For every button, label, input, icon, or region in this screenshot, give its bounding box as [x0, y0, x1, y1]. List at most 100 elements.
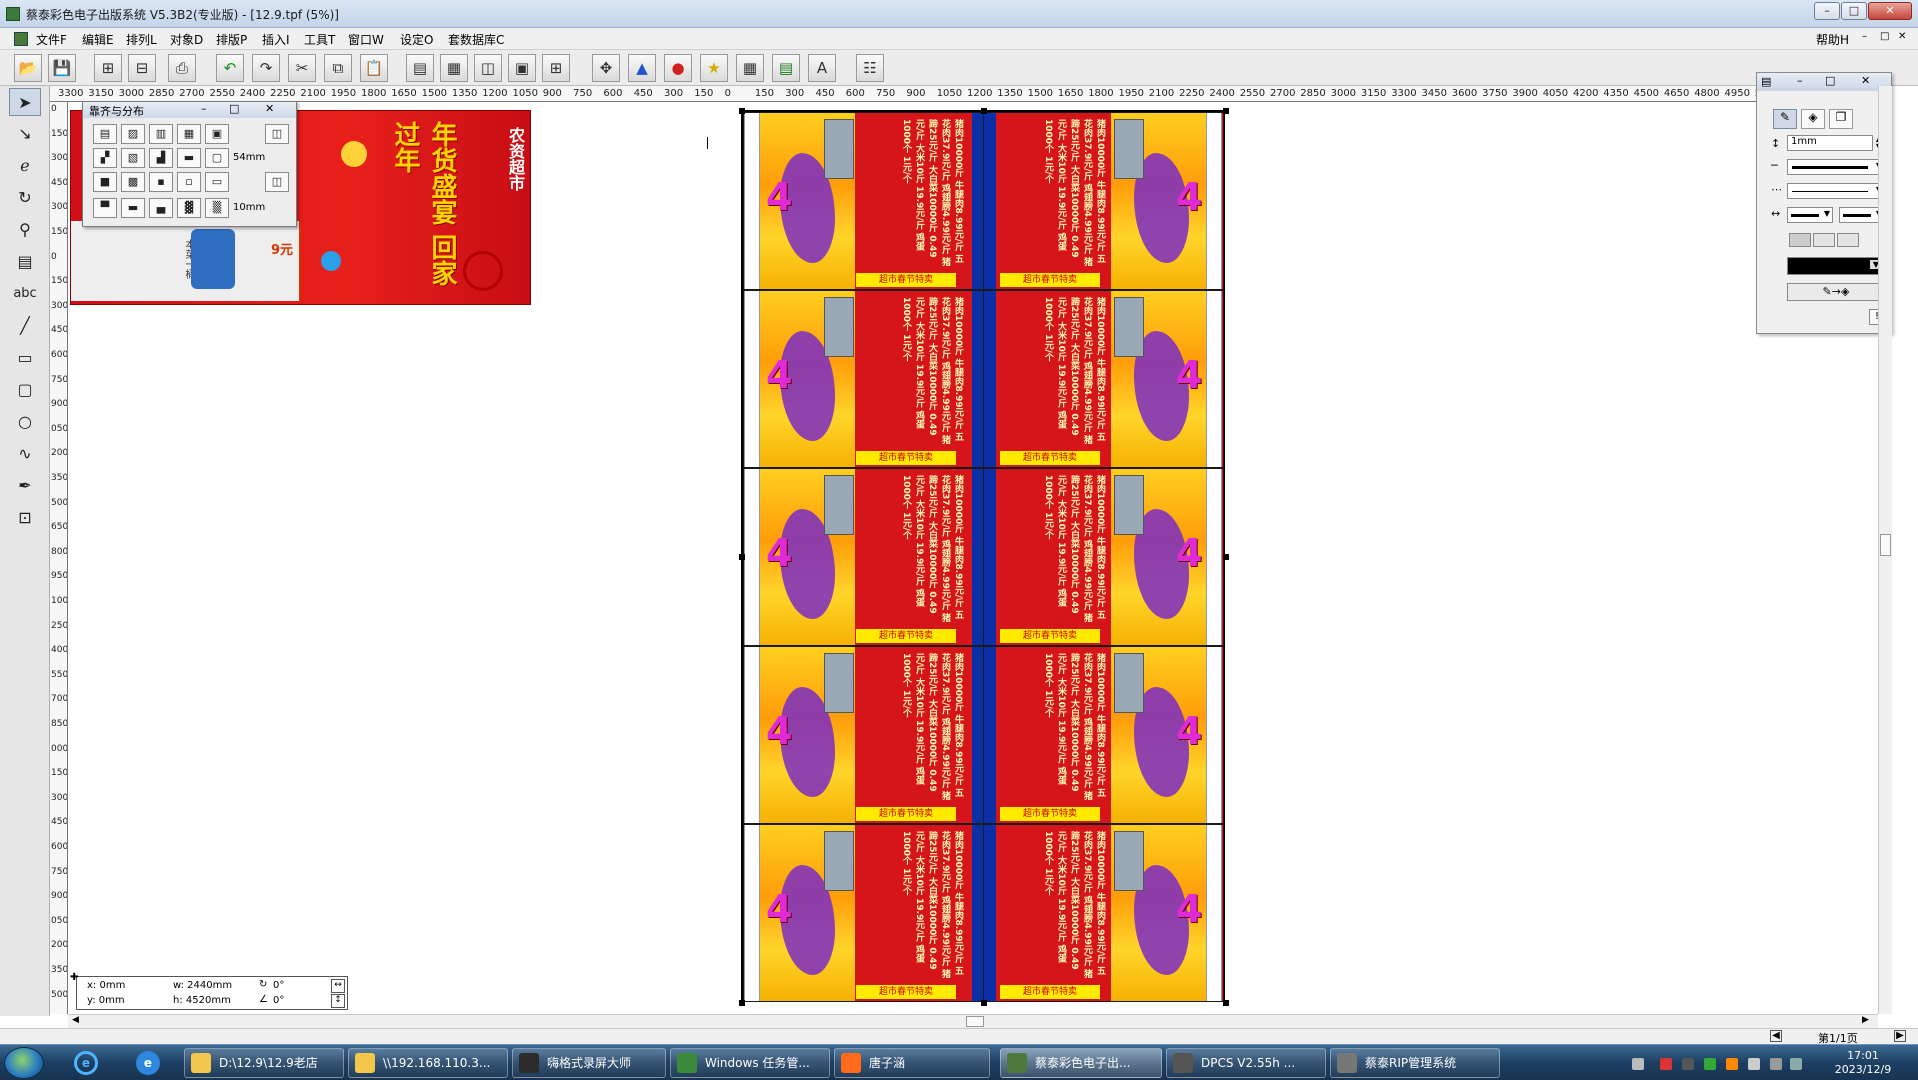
selection-handle[interactable] — [981, 108, 987, 114]
flyer-panel[interactable]: 4 猪肉10000斤 牛腿肉8.99元/斤 五花肉37.9元/斤 鸡翅膀4.99元… — [743, 290, 984, 468]
flyer-panel[interactable]: 4 猪肉10000斤 牛腿肉8.99元/斤 五花肉37.9元/斤 鸡翅膀4.99元… — [983, 468, 1224, 646]
flyer-panel[interactable]: 4 猪肉10000斤 牛腿肉8.99元/斤 五花肉37.9元/斤 鸡翅膀4.99元… — [743, 824, 984, 1002]
distribute-bottom-icon[interactable]: ▄ — [149, 198, 173, 218]
doc-restore-button[interactable]: □ — [1880, 31, 1889, 42]
join-round-icon[interactable] — [1813, 233, 1835, 247]
selection-handle[interactable] — [739, 554, 745, 560]
rotate-icon[interactable]: ↻ — [9, 184, 41, 212]
distribute-vcenter-icon[interactable]: ▬ — [121, 198, 145, 218]
align-page-vertical-icon[interactable]: ◫ — [265, 172, 289, 192]
coord-width[interactable]: w: 2440mm — [173, 980, 232, 991]
ie-pinned-icon[interactable]: e — [66, 1048, 108, 1078]
redo-icon[interactable]: ↷ — [252, 54, 280, 82]
save-icon[interactable]: 💾 — [48, 54, 76, 82]
gradient-icon[interactable]: ● — [664, 54, 692, 82]
image-icon[interactable]: ▦ — [736, 54, 764, 82]
doc-minimize-button[interactable]: – — [1862, 31, 1867, 42]
flyer-panel[interactable]: 4 猪肉10000斤 牛腿肉8.99元/斤 五花肉37.9元/斤 鸡翅膀4.99元… — [983, 290, 1224, 468]
menu-settings[interactable]: 设定O — [400, 31, 433, 48]
text-box-icon[interactable]: ▦ — [440, 54, 468, 82]
panel-restore-button[interactable]: □ — [229, 102, 239, 115]
flyer-panel[interactable]: 4 猪肉10000斤 牛腿肉8.99元/斤 五花肉37.9元/斤 鸡翅膀4.99元… — [983, 824, 1224, 1002]
selection-handle[interactable] — [1223, 108, 1229, 114]
panel-minimize-button[interactable]: – — [201, 102, 207, 115]
tray-shield-icon[interactable] — [1790, 1058, 1802, 1070]
menu-database[interactable]: 套数据库C — [448, 31, 504, 48]
tray-printer-icon[interactable] — [1682, 1058, 1694, 1070]
align-vgap-icon[interactable]: ▭ — [205, 172, 229, 192]
horizontal-ruler[interactable]: 3300 3150 3000 2850 2700 2550 2400 2250 2100 1950… — [50, 86, 1878, 102]
tray-app-icon[interactable] — [1704, 1058, 1716, 1070]
line-style-select[interactable]: ▼ — [1787, 159, 1885, 175]
rounded-rect-icon[interactable]: ▢ — [9, 376, 41, 404]
selection-handle[interactable] — [1223, 1000, 1229, 1006]
menu-edit[interactable]: 编辑E — [82, 31, 114, 48]
table-icon[interactable]: ⊞ — [542, 54, 570, 82]
ie-pinned-icon-2[interactable]: e — [128, 1048, 170, 1078]
taskbar-item[interactable]: D:\12.9\12.9老店 — [184, 1048, 344, 1078]
prev-page-icon[interactable]: ◀ — [1770, 1030, 1782, 1042]
flip-h-icon[interactable]: ↔ — [331, 979, 345, 993]
align-height-icon[interactable]: ▣ — [205, 124, 229, 144]
pen-icon[interactable]: ✒ — [9, 472, 41, 500]
close-button[interactable]: ✕ — [1868, 2, 1912, 20]
flyer-layout-group[interactable]: 4 猪肉10000斤 牛腿肉8.99元/斤 五花肉37.9元/斤 鸡翅膀4.99元… — [739, 108, 1229, 1006]
pen-mode-icon[interactable]: ✎ — [1773, 109, 1797, 129]
prop-minimize-button[interactable]: – — [1797, 74, 1803, 87]
origin-cross-icon[interactable]: ✚ — [70, 972, 78, 983]
tray-record-icon[interactable] — [1660, 1058, 1672, 1070]
line-color-select[interactable]: ▼ — [1787, 257, 1885, 275]
tray-keyboard-icon[interactable] — [1632, 1058, 1644, 1070]
align-middle-icon[interactable]: ▩ — [121, 172, 145, 192]
next-page-icon[interactable]: ▶ — [1894, 1030, 1906, 1042]
frame-icon[interactable]: ▣ — [508, 54, 536, 82]
taskbar-item[interactable]: DPCS V2.55h ... — [1166, 1048, 1326, 1078]
selection-handle[interactable] — [981, 1000, 987, 1006]
align-right-icon[interactable]: ▥ — [149, 124, 173, 144]
apply-style-icon[interactable]: ✎→◈ — [1787, 283, 1885, 301]
distribute-hcenter-icon[interactable]: ▧ — [121, 148, 145, 168]
menu-object[interactable]: 对象D — [170, 31, 203, 48]
taskbar-item[interactable]: \\192.168.110.3... — [348, 1048, 508, 1078]
coord-x[interactable]: x: 0mm — [87, 980, 125, 991]
coord-height[interactable]: h: 4520mm — [173, 995, 231, 1006]
align-width-icon[interactable]: ▦ — [177, 124, 201, 144]
vertical-scroll-thumb[interactable] — [1880, 534, 1891, 556]
maximize-button[interactable]: □ — [1841, 2, 1867, 20]
tray-alert-icon[interactable] — [1726, 1058, 1738, 1070]
vertical-scrollbar[interactable] — [1878, 86, 1892, 1014]
horizontal-scroll-thumb[interactable] — [966, 1016, 984, 1027]
coord-rotation[interactable]: 0° — [273, 980, 284, 991]
cut-icon[interactable]: ✂ — [288, 54, 316, 82]
flip-v-icon[interactable]: ↕ — [331, 994, 345, 1008]
import-icon[interactable]: ⊞ — [94, 54, 122, 82]
fill-mode-icon[interactable]: ◈ — [1801, 109, 1825, 129]
start-button[interactable] — [4, 1047, 44, 1079]
taskbar-item[interactable]: 蔡泰RIP管理系统 — [1330, 1048, 1500, 1078]
export-icon[interactable]: ⊟ — [128, 54, 156, 82]
undo-icon[interactable]: ↶ — [216, 54, 244, 82]
menu-tools[interactable]: 工具T — [304, 31, 335, 48]
flyer-panel[interactable]: 4 猪肉10000斤 牛腿肉8.99元/斤 五花肉37.9元/斤 鸡翅膀4.99元… — [743, 112, 984, 290]
distribute-spacing-icon[interactable]: ▢ — [205, 148, 229, 168]
color-icon[interactable]: ▲ — [628, 54, 656, 82]
taskbar-item[interactable]: 嗨格式录屏大师 — [512, 1048, 666, 1078]
page-tool-icon[interactable]: ▤ — [9, 248, 41, 276]
menu-help[interactable]: 帮助H — [1816, 31, 1849, 48]
coord-y[interactable]: y: 0mm — [87, 995, 125, 1006]
horizontal-scrollbar[interactable]: ◀ ▶ — [68, 1014, 1878, 1028]
prop-close-button[interactable]: ✕ — [1861, 74, 1870, 87]
page-icon[interactable]: ◫ — [474, 54, 502, 82]
menu-file[interactable]: 文件F — [36, 31, 67, 48]
distribute-gap-icon[interactable]: ▬ — [177, 148, 201, 168]
scroll-right-icon[interactable]: ▶ — [1862, 1015, 1869, 1025]
select-arrow-icon[interactable]: ➤ — [9, 88, 41, 116]
menu-arrange[interactable]: 排列L — [126, 31, 157, 48]
taskbar-item[interactable]: 唐子涵 — [834, 1048, 990, 1078]
distribute-vspacing-icon[interactable]: ▒ — [205, 198, 229, 218]
preview-icon[interactable]: ☷ — [856, 54, 884, 82]
panel-close-button[interactable]: ✕ — [265, 102, 274, 115]
arrow-start-select[interactable]: ▼ — [1787, 207, 1833, 223]
distribute-right-icon[interactable]: ▟ — [149, 148, 173, 168]
shadow-mode-icon[interactable]: ❐ — [1829, 109, 1853, 129]
